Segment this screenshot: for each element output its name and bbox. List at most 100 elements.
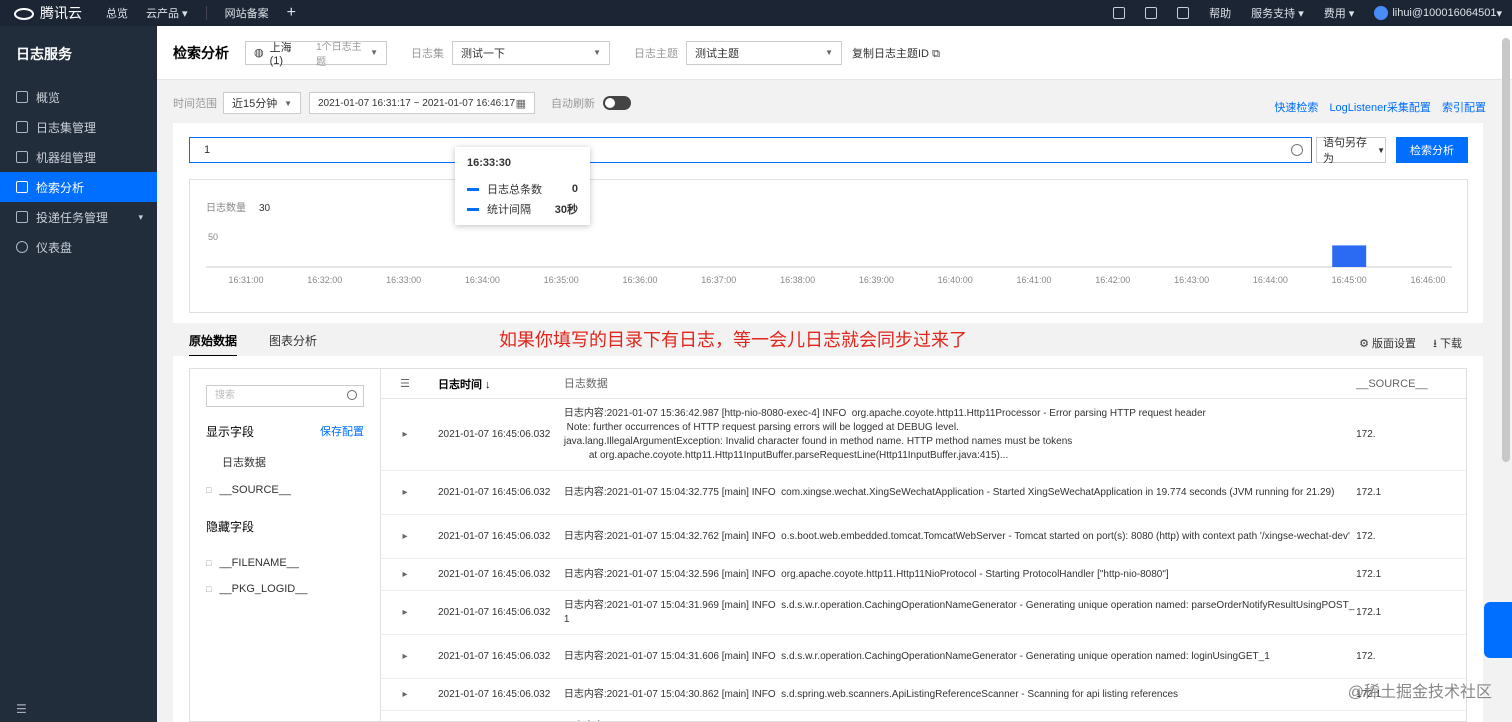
chart-total: 30 [259,203,271,214]
page-scrollbar[interactable] [1502,38,1510,462]
nav-products[interactable]: 云产品 ▾ [146,5,188,21]
mail-icon[interactable] [1177,7,1190,19]
sidebar-item-machine-groups[interactable]: 机器组管理 [0,142,157,172]
tab-chart-analysis[interactable]: 图表分析 [269,332,317,357]
logset-select[interactable]: 测试一下 ▼ [452,40,610,65]
qrcode-icon[interactable] [1113,7,1126,19]
expand-row-icon[interactable]: ▸ [380,651,430,662]
log-source: 172. [1356,651,1376,662]
auto-refresh-toggle[interactable] [603,96,631,110]
chat-icon[interactable] [1484,602,1512,658]
log-time: 2021-01-07 16:45:06.032 [437,689,551,700]
topic-value: 测试主题 [695,47,739,60]
table-body: ▸ 2021-01-07 16:45:06.032 日志内容:2021-01-07 … [380,399,1466,722]
nav-products-label: 云产品 [146,8,179,20]
sidebar: 日志服务 概览 日志集管理 机器组管理 检索分析 投递任务管理 ▾ 仪表盘 ☰ [0,26,157,722]
avatar-icon [1374,6,1389,20]
main-content: 检索分析 ◍ 上海(1) 1个日志主题 ▼ 日志集 测试一下 ▼ 日志主题 测试主… [157,26,1512,722]
tooltip-label: 统计间隔 [487,204,531,216]
tab-raw-data[interactable]: 原始数据 [189,332,238,357]
field-search-input[interactable]: 搜索 [206,385,364,407]
column-header-time[interactable]: 日志时间 ↓ [430,376,564,392]
time-range-select[interactable]: 近15分钟 ▼ [223,92,301,114]
field-item[interactable]: 日志数据 [222,454,380,470]
nav-icp[interactable]: 网站备案 [225,5,269,21]
download-button[interactable]: ⭳ 下载 [1433,338,1462,350]
quick-links: 快速检索 LogListener采集配置 索引配置 [1266,99,1486,115]
chevron-down-icon: ▼ [825,48,833,57]
save-config-link[interactable]: 保存配置 [320,423,364,440]
search-icon [347,390,357,400]
quick-search-link[interactable]: 快速检索 [1274,102,1318,114]
log-data: 日志内容:2021-01-07 15:04:32.775 [main] INFO… [563,486,1335,498]
cloud-icon [14,8,34,20]
table-row[interactable]: ▸2021-01-07 16:45:06.032日志内容:2021-01-07 … [380,471,1466,515]
sidebar-title: 日志服务 [16,46,72,62]
time-range-value: 近15分钟 [232,98,278,110]
y-tick-label: 50 [208,232,218,242]
loglistener-config-link[interactable]: LogListener采集配置 [1329,102,1431,114]
billing-menu[interactable]: 费用 ▾ [1324,5,1355,21]
table-row[interactable]: ▸2021-01-07 16:45:06.032日志内容:2021-01-07 … [380,591,1466,635]
region-hint: 1个日志主题 [316,41,362,68]
query-input[interactable]: 1 [189,137,1312,163]
index-config-link[interactable]: 索引配置 [1442,102,1486,114]
sidebar-item-logsets[interactable]: 日志集管理 [0,112,157,142]
time-range-label: 时间范围 [173,98,217,110]
page-title: 检索分析 [173,44,229,61]
copy-topic-id-button[interactable]: 复制日志主题ID ⧉ [852,45,940,61]
add-icon[interactable]: + [287,4,296,22]
series-marker [467,187,479,191]
auto-refresh-label: 自动刷新 [551,98,595,110]
table-row[interactable]: ▸2021-01-07 16:45:06.032日志内容:2021-01-07 … [380,399,1466,471]
expand-row-icon[interactable]: ▸ [380,689,430,700]
region-value: 上海(1) [269,41,292,67]
help-link[interactable]: 帮助 [1209,5,1231,21]
query-panel: 1 语句另存为 ▼ 检索分析 日志数量 30 50 16:31:00 16:32:00 16… [173,123,1483,323]
shown-fields-title: 显示字段 [206,425,255,439]
region-select[interactable]: ◍ 上海(1) 1个日志主题 ▼ [245,40,387,68]
gear-icon[interactable] [1291,144,1303,156]
table-row[interactable]: ▸2021-01-07 16:45:06.032日志内容:2021-01-07 … [380,515,1466,559]
search-button[interactable]: 检索分析 [1396,137,1468,163]
x-tick-label: 16:31:00 [228,275,263,285]
account-menu[interactable]: lihui@100016064501 ▾ [1374,6,1502,20]
download-label: 下载 [1440,338,1462,350]
tencent-cloud-logo[interactable]: 腾讯云 [14,3,106,23]
sidebar-item-search[interactable]: 检索分析 [0,172,157,202]
sidebar-item-dashboard[interactable]: 仪表盘 [0,232,157,262]
column-settings-icon[interactable]: ☰ [380,377,430,390]
layout-settings-button[interactable]: ⚙ 版面设置 [1359,338,1416,350]
log-data: 日志内容:2021-01-07 15:04:31.606 [main] INFO… [563,650,1270,662]
expand-row-icon[interactable]: ▸ [380,487,430,498]
table-row[interactable]: ▸2021-01-07 16:45:06.032日志内容:2021-01-07 … [380,635,1466,679]
expand-row-icon[interactable]: ▸ [380,569,430,580]
expand-row-icon[interactable]: ▸ [380,429,430,440]
table-row[interactable]: ▸2021-01-07 16:45:06.032日志内容:2021-01-07 … [380,711,1466,722]
nav-overview[interactable]: 总览 [106,5,128,21]
x-tick-label: 16:36:00 [622,275,657,285]
support-menu[interactable]: 服务支持 ▾ [1251,5,1304,21]
x-tick-label: 16:34:00 [465,275,500,285]
collapse-sidebar-icon[interactable]: ☰ [16,702,27,716]
sidebar-item-label: 投递任务管理 [36,210,109,225]
topic-select[interactable]: 测试主题 ▼ [686,40,842,65]
table-row[interactable]: ▸2021-01-07 16:45:06.032日志内容:2021-01-07 … [380,679,1466,711]
expand-row-icon[interactable]: ▸ [380,531,430,542]
log-source: 172.1 [1356,607,1382,618]
table-header: ☰ 日志时间 ↓ 日志数据 __SOURCE__ [380,369,1466,399]
datetime-picker[interactable]: 2021-01-07 16:31:17 ~ 2021-01-07 16:46:1… [309,92,535,114]
fields-panel: 搜索 显示字段 保存配置 日志数据 __SOURCE__ 隐藏字段 __FILEN… [189,368,381,722]
sidebar-item-shipping[interactable]: 投递任务管理 ▾ [0,202,157,232]
log-source: 172. [1356,429,1376,440]
save-as-select[interactable]: 语句另存为 ▼ [1316,137,1386,165]
sidebar-item-overview[interactable]: 概览 [0,82,157,112]
document-icon[interactable] [1145,7,1158,19]
expand-row-icon[interactable]: ▸ [380,607,430,618]
field-item[interactable]: __SOURCE__ [206,484,380,496]
field-search-placeholder: 搜索 [215,390,235,401]
grid-icon [16,91,28,103]
table-row[interactable]: ▸2021-01-07 16:45:06.032日志内容:2021-01-07 … [380,559,1466,591]
field-item[interactable]: __FILENAME__ [206,557,380,569]
field-item[interactable]: __PKG_LOGID__ [206,583,380,595]
